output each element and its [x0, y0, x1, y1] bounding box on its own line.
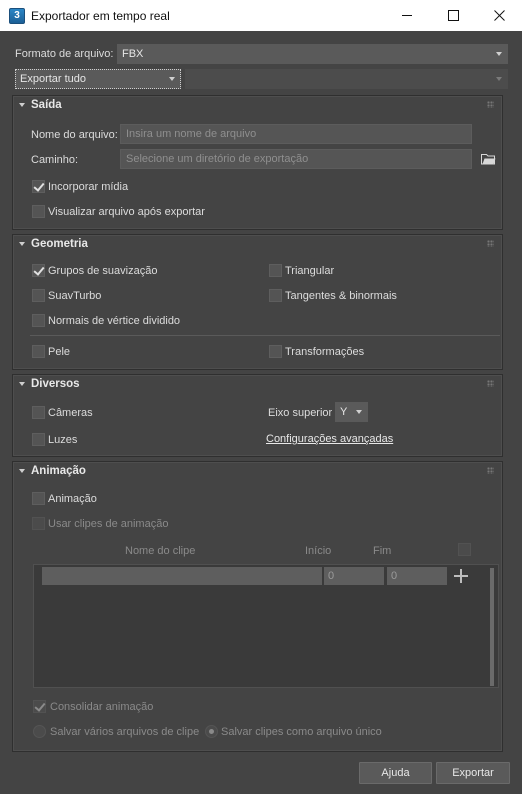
misc-panel-title: Diversos: [31, 378, 80, 390]
format-select[interactable]: FBX: [117, 44, 508, 64]
window-title: Exportador em tempo real: [31, 8, 170, 23]
embed-media-checkbox[interactable]: [32, 180, 45, 193]
drag-grip-icon[interactable]: [487, 240, 494, 247]
tangents-binormals-label: Tangentes & binormais: [285, 290, 397, 302]
collapse-triangle-icon: [19, 103, 25, 107]
cameras-label: Câmeras: [48, 407, 93, 419]
animation-panel-title: Animação: [31, 465, 86, 477]
collapse-triangle-icon: [19, 242, 25, 246]
geometry-panel: Geometria: [12, 234, 503, 370]
col-end-header: Fim: [373, 545, 392, 557]
clips-scrollbar[interactable]: [490, 568, 494, 686]
morphs-checkbox[interactable]: [269, 345, 282, 358]
smoothing-groups-checkbox[interactable]: [32, 264, 45, 277]
minimize-button[interactable]: [384, 0, 430, 31]
format-label: Formato de arquivo:: [15, 48, 114, 60]
maximize-button[interactable]: [430, 0, 476, 31]
filename-input[interactable]: Insira um nome de arquivo: [120, 124, 472, 144]
export-subset-select[interactable]: [185, 69, 508, 89]
triangulate-label: Triangular: [285, 265, 335, 277]
save-single-radio[interactable]: [205, 725, 218, 738]
add-clip-icon[interactable]: [454, 569, 468, 583]
close-icon: [493, 10, 505, 21]
geometry-panel-title: Geometria: [31, 238, 88, 250]
smoothing-groups-label: Grupos de suavização: [48, 265, 158, 277]
turbosmooth-checkbox[interactable]: [32, 289, 45, 302]
lights-checkbox[interactable]: [32, 433, 45, 446]
up-axis-label: Eixo superior: [268, 407, 333, 419]
folder-icon[interactable]: [481, 153, 496, 165]
embed-media-label: Incorporar mídia: [48, 181, 129, 193]
save-multiple-radio[interactable]: [33, 725, 46, 738]
collapse-triangle-icon: [19, 382, 25, 386]
use-clips-checkbox[interactable]: [32, 517, 45, 530]
drag-grip-icon[interactable]: [487, 101, 494, 108]
up-axis-value: Y: [340, 406, 348, 418]
maximize-icon: [447, 10, 459, 21]
misc-panel-header[interactable]: Diversos: [13, 375, 502, 395]
lights-label: Luzes: [48, 434, 78, 446]
collapse-triangle-icon: [19, 469, 25, 473]
save-multiple-label: Salvar vários arquivos de clipe: [50, 726, 200, 738]
filename-label: Nome do arquivo:: [31, 129, 118, 141]
close-button[interactable]: [476, 0, 522, 31]
export-scope-select[interactable]: Exportar tudo: [15, 69, 181, 89]
view-after-export-checkbox[interactable]: [32, 205, 45, 218]
skin-checkbox[interactable]: [32, 345, 45, 358]
help-button[interactable]: Ajuda: [359, 762, 432, 784]
format-value: FBX: [122, 48, 144, 60]
output-panel-header[interactable]: Saída: [13, 96, 502, 116]
up-axis-select[interactable]: Y: [335, 402, 368, 422]
animation-checkbox[interactable]: [32, 492, 45, 505]
skin-label: Pele: [48, 346, 71, 358]
animation-panel-header[interactable]: Animação: [13, 462, 502, 482]
chevron-down-icon: [496, 52, 502, 56]
path-label: Caminho:: [31, 154, 79, 166]
geometry-divider: [30, 335, 500, 336]
view-after-export-label: Visualizar arquivo após exportar: [48, 206, 205, 218]
cameras-checkbox[interactable]: [32, 406, 45, 419]
animation-label: Animação: [48, 493, 97, 505]
chevron-down-icon: [496, 77, 502, 81]
turbosmooth-label: SuavTurbo: [48, 290, 102, 302]
tangents-binormals-checkbox[interactable]: [269, 289, 282, 302]
geometry-panel-header[interactable]: Geometria: [13, 235, 502, 255]
chevron-down-icon: [356, 410, 362, 414]
clips-select-all-checkbox[interactable]: [458, 543, 471, 556]
advanced-settings-link[interactable]: Configurações avançadas: [266, 433, 393, 445]
export-button[interactable]: Exportar: [436, 762, 510, 784]
clip-name-input[interactable]: [42, 567, 322, 585]
bake-animation-label: Consolidar animação: [50, 701, 154, 713]
clip-start-input[interactable]: 0: [324, 567, 384, 585]
path-input[interactable]: Selecione um diretório de exportação: [120, 149, 472, 169]
bake-animation-checkbox[interactable]: [33, 700, 46, 713]
clip-end-input[interactable]: 0: [387, 567, 447, 585]
drag-grip-icon[interactable]: [487, 380, 494, 387]
col-start-header: Início: [305, 545, 332, 557]
split-normals-label: Normais de vértice dividido: [48, 315, 181, 327]
drag-grip-icon[interactable]: [487, 467, 494, 474]
save-single-label: Salvar clipes como arquivo único: [221, 726, 382, 738]
morphs-label: Transformações: [285, 346, 365, 358]
export-scope-value: Exportar tudo: [20, 73, 87, 85]
col-clip-name-header: Nome do clipe: [125, 545, 196, 557]
split-normals-checkbox[interactable]: [32, 314, 45, 327]
minimize-icon: [401, 15, 412, 16]
app-icon: 3: [9, 7, 25, 24]
chevron-down-icon: [169, 77, 175, 81]
use-clips-label: Usar clipes de animação: [48, 518, 169, 530]
title-bar: 3 Exportador em tempo real: [0, 0, 522, 31]
output-panel-title: Saída: [31, 99, 62, 111]
triangulate-checkbox[interactable]: [269, 264, 282, 277]
